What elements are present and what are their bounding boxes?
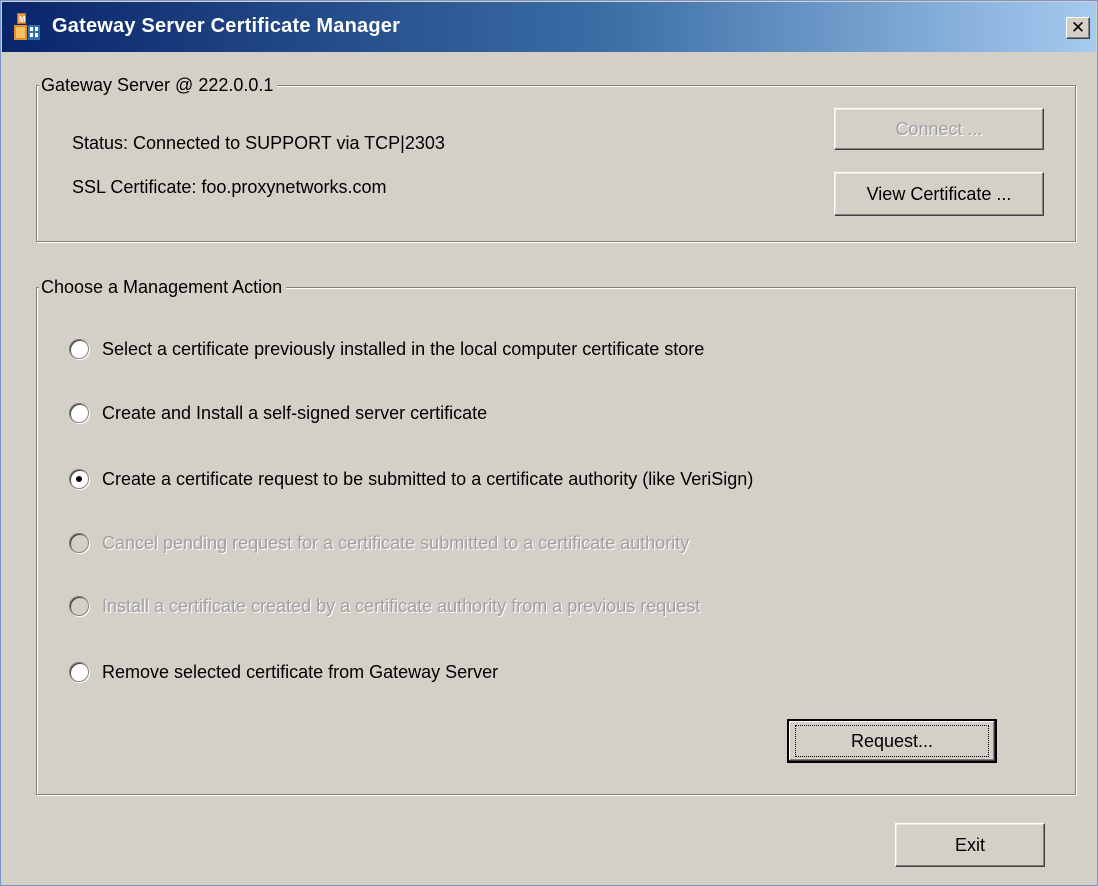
radio-label[interactable]: Create a certificate request to be submi… [102,467,753,491]
radio-button-disabled [69,533,89,553]
radio-button-disabled [69,596,89,616]
request-button[interactable]: Request... [787,719,997,763]
radio-label[interactable]: Create and Install a self-signed server … [102,401,487,425]
app-icon: M [14,13,40,40]
close-button[interactable]: ✕ [1066,17,1090,39]
exit-button-label: Exit [954,834,985,855]
radio-label: Cancel pending request for a certificate… [102,533,690,553]
certificate-manager-window: M Gateway Server Certificate Manager ✕ G… [0,0,1098,886]
radio-label: Install a certificate created by a certi… [102,596,701,616]
connect-button-label: Connect ... [895,118,983,139]
gateway-server-legend: Gateway Server @ 222.0.0.1 [39,74,278,96]
close-icon: ✕ [1070,18,1086,37]
radio-button[interactable] [69,403,89,423]
view-certificate-label: View Certificate ... [866,183,1012,204]
ssl-certificate-text: SSL Certificate: foo.proxynetworks.com [72,177,387,197]
connect-button[interactable]: Connect ... [834,108,1044,150]
radio-selected-dot [76,476,82,482]
title-bar[interactable]: M Gateway Server Certificate Manager ✕ [2,2,1096,52]
radio-button-selected[interactable] [69,469,89,489]
radio-label[interactable]: Remove selected certificate from Gateway… [102,660,498,684]
radio-button[interactable] [69,339,89,359]
status-text: Status: Connected to SUPPORT via TCP|230… [72,133,445,153]
radio-label[interactable]: Select a certificate previously installe… [102,337,704,361]
exit-button[interactable]: Exit [895,823,1045,867]
radio-button[interactable] [69,662,89,682]
management-action-legend: Choose a Management Action [39,276,287,298]
view-certificate-button[interactable]: View Certificate ... [834,172,1044,216]
svg-text:M: M [19,15,26,24]
window-title: Gateway Server Certificate Manager [52,15,401,37]
request-button-label: Request... [850,730,934,751]
gateway-server-group: Gateway Server @ 222.0.0.1 Status: Conne… [36,74,1076,242]
